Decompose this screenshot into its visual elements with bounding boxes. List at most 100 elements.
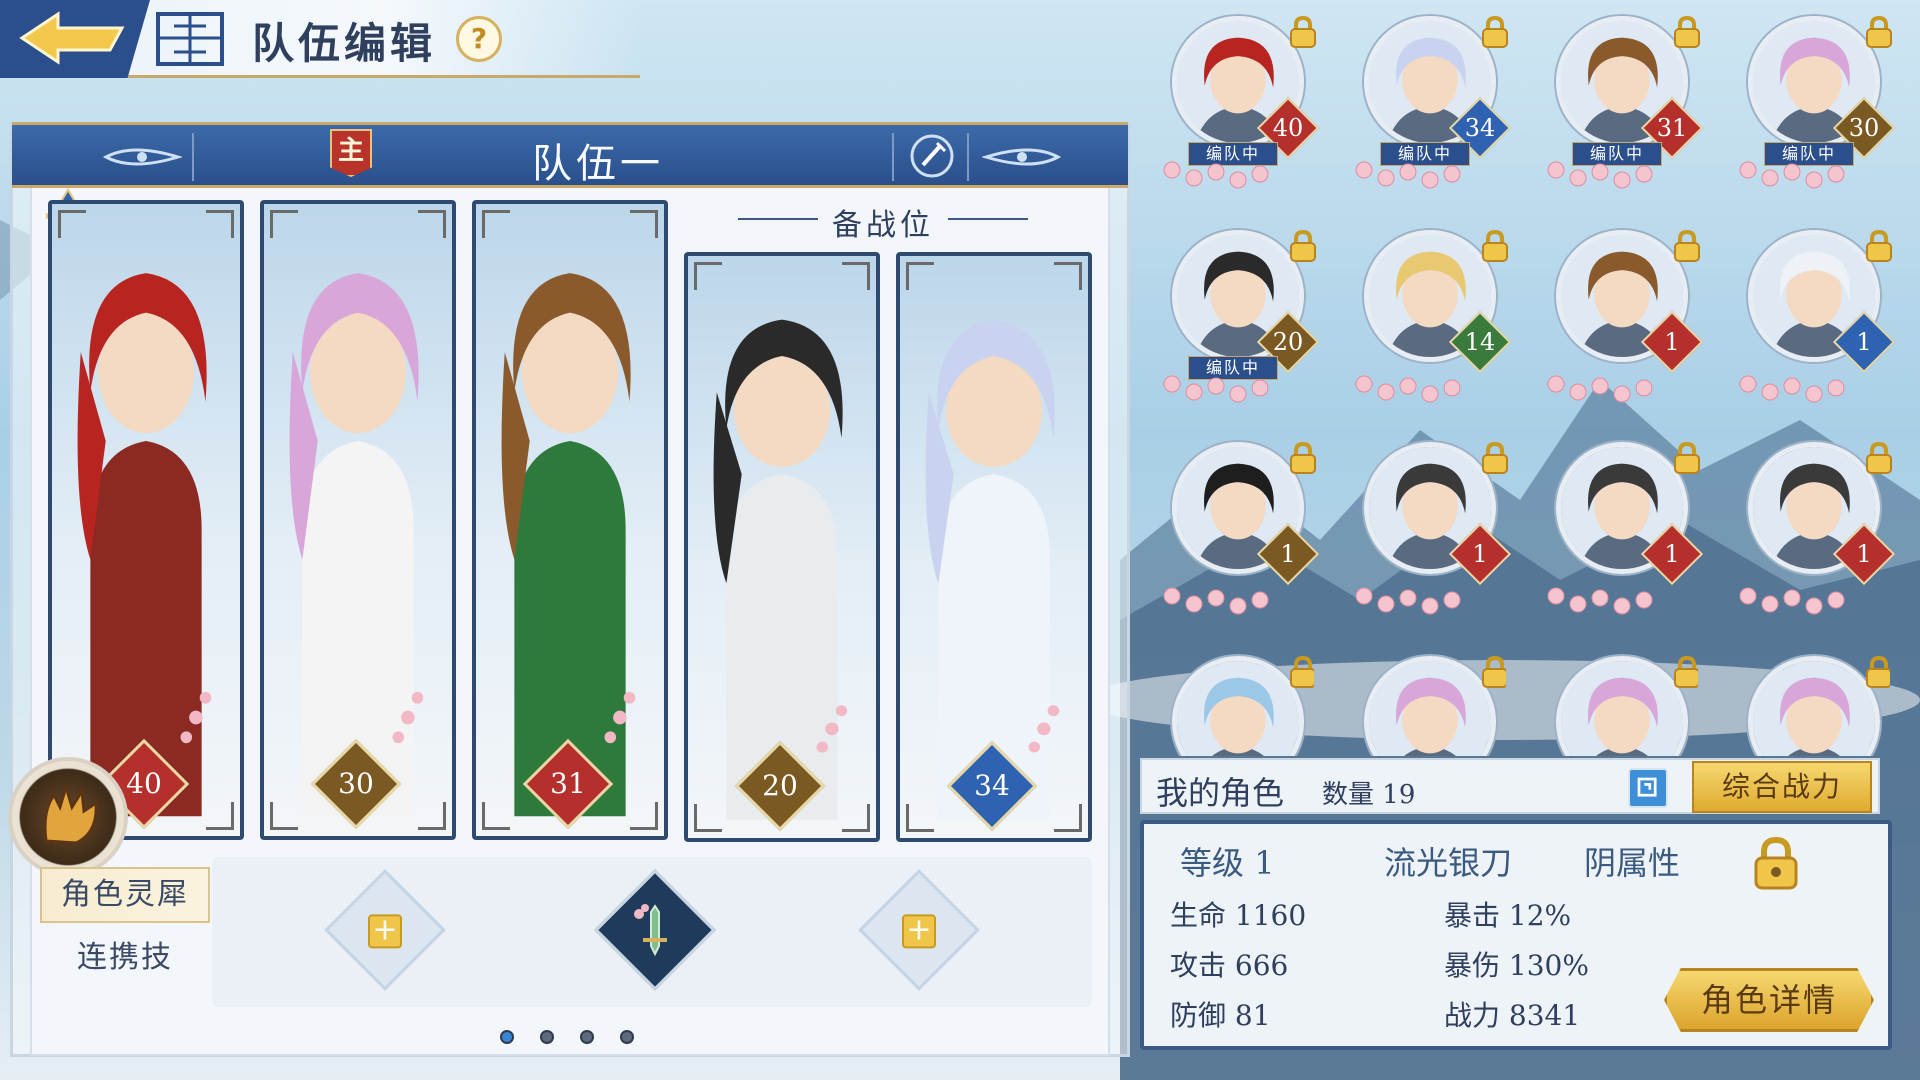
sort-toggle-button[interactable] — [1628, 768, 1668, 808]
roster-character[interactable]: 1 — [1355, 432, 1512, 615]
lock-icon[interactable] — [1286, 654, 1314, 690]
roster-level-text: 1 — [1664, 540, 1680, 568]
team-card[interactable]: 40 — [48, 200, 244, 840]
card-corner — [906, 804, 934, 832]
card-corner — [694, 262, 722, 290]
roster-character[interactable] — [1356, 646, 1506, 756]
card-corner — [58, 210, 86, 238]
page-dot[interactable] — [580, 1030, 594, 1044]
cloud-wing-left-icon[interactable] — [102, 143, 182, 171]
level-row: 等级 1 — [1180, 838, 1275, 884]
lock-icon[interactable] — [1286, 228, 1320, 264]
power-label: 战力 — [1444, 999, 1501, 1032]
tiger-claw-icon — [43, 781, 98, 845]
atk-value: 666 — [1234, 949, 1289, 982]
plum-blossom-icon — [1739, 587, 1845, 615]
back-button[interactable] — [0, 0, 150, 78]
add-slot-button[interactable]: + — [324, 869, 446, 991]
atk-row: 攻击 666 — [1170, 944, 1288, 984]
roster-character[interactable]: 20 编队中 — [1163, 220, 1320, 403]
hp-label: 生命 — [1170, 899, 1227, 932]
page-dot[interactable] — [500, 1030, 514, 1044]
count-label: 数量 — [1322, 780, 1375, 810]
lock-icon[interactable] — [1478, 228, 1512, 264]
add-slot-button[interactable]: + — [858, 869, 980, 991]
lock-icon[interactable] — [1286, 440, 1320, 476]
card-corner — [842, 262, 870, 290]
tab-combo-skill[interactable]: 连携技 — [40, 930, 210, 986]
level-label: 等级 — [1180, 844, 1245, 882]
tab-spirit[interactable]: 角色灵犀 — [40, 867, 210, 923]
help-button[interactable]: ? — [446, 6, 512, 72]
card-corner — [1054, 262, 1082, 290]
plus-icon: + — [902, 912, 936, 949]
roster-header: 我的角色 数量 19 综合战力 — [1140, 758, 1880, 814]
page-dot[interactable] — [540, 1030, 554, 1044]
roster-character[interactable]: 1 — [1547, 432, 1704, 615]
lock-icon[interactable] — [1670, 14, 1704, 50]
team-card[interactable]: 31 — [472, 200, 668, 840]
lock-icon[interactable] — [1478, 654, 1506, 690]
lock-icon[interactable] — [1286, 14, 1320, 50]
page-title: 队伍编辑 — [252, 19, 437, 68]
team-card[interactable]: 34 — [896, 252, 1092, 842]
crit-damage-row: 暴伤 130% — [1444, 944, 1589, 984]
roster-character[interactable]: 30 编队中 — [1739, 6, 1896, 189]
roster-character[interactable] — [1164, 646, 1314, 756]
roster-character[interactable]: 14 — [1355, 220, 1512, 403]
roster-level-text: 1 — [1856, 328, 1872, 356]
plum-blossom-icon — [1355, 161, 1461, 189]
lock-icon[interactable] — [1670, 440, 1704, 476]
roster-character[interactable] — [1548, 646, 1698, 756]
lock-icon[interactable] — [1862, 440, 1896, 476]
character-detail-button[interactable]: 角色详情 — [1664, 968, 1874, 1032]
roster-character[interactable]: 34 编队中 — [1355, 6, 1512, 189]
roster-character[interactable] — [1740, 646, 1890, 756]
card-corner — [482, 210, 510, 238]
roster-portrait — [1364, 656, 1496, 756]
bar-divider — [192, 133, 194, 181]
plum-blossom-icon — [1355, 375, 1461, 403]
atk-label: 攻击 — [1170, 949, 1227, 982]
lock-icon[interactable] — [1862, 14, 1896, 50]
equipped-sword-slot[interactable] — [594, 869, 716, 991]
card-corner — [694, 804, 722, 832]
lattice-ornament-icon — [156, 12, 224, 66]
roster-character[interactable]: 1 — [1163, 432, 1320, 615]
crit-value: 12% — [1508, 899, 1572, 932]
roster-character[interactable]: 1 — [1739, 220, 1896, 403]
team-card[interactable]: 20 — [684, 252, 880, 842]
bench-label: 备战位 — [738, 200, 1028, 244]
sword-icon — [634, 904, 667, 957]
roster-character[interactable]: 1 — [1547, 220, 1704, 403]
rename-brush-icon[interactable] — [907, 131, 957, 181]
plum-blossom-icon — [1163, 375, 1269, 403]
level-text: 30 — [338, 767, 374, 800]
character-name: 流光银刀 — [1384, 844, 1513, 882]
lock-icon[interactable] — [1478, 440, 1512, 476]
roster-level-text: 1 — [1472, 540, 1488, 568]
card-corner — [418, 210, 446, 238]
roster-character[interactable]: 1 — [1739, 432, 1896, 615]
lock-icon[interactable] — [1862, 228, 1896, 264]
roster-portrait — [1172, 656, 1304, 756]
lock-icon[interactable] — [1670, 228, 1704, 264]
page-dot[interactable] — [620, 1030, 634, 1044]
roster-character[interactable]: 31 编队中 — [1547, 6, 1704, 189]
power-value: 8341 — [1508, 999, 1581, 1032]
lock-icon[interactable] — [1748, 834, 1804, 894]
roster-level-text: 1 — [1664, 328, 1680, 356]
cloud-wing-right-icon[interactable] — [982, 143, 1062, 171]
team-card[interactable]: 30 — [260, 200, 456, 840]
roster-character[interactable]: 40 编队中 — [1163, 6, 1320, 189]
lock-icon[interactable] — [1862, 654, 1890, 690]
spirit-icon-button[interactable] — [8, 757, 128, 877]
count-value: 19 — [1382, 780, 1416, 810]
card-corner — [1054, 804, 1082, 832]
def-row: 防御 81 — [1170, 994, 1271, 1034]
lock-icon[interactable] — [1478, 14, 1512, 50]
sort-power-button[interactable]: 综合战力 — [1692, 761, 1872, 813]
plum-blossom-icon — [1547, 161, 1653, 189]
lock-icon[interactable] — [1670, 654, 1698, 690]
roster-portrait — [1748, 656, 1880, 756]
